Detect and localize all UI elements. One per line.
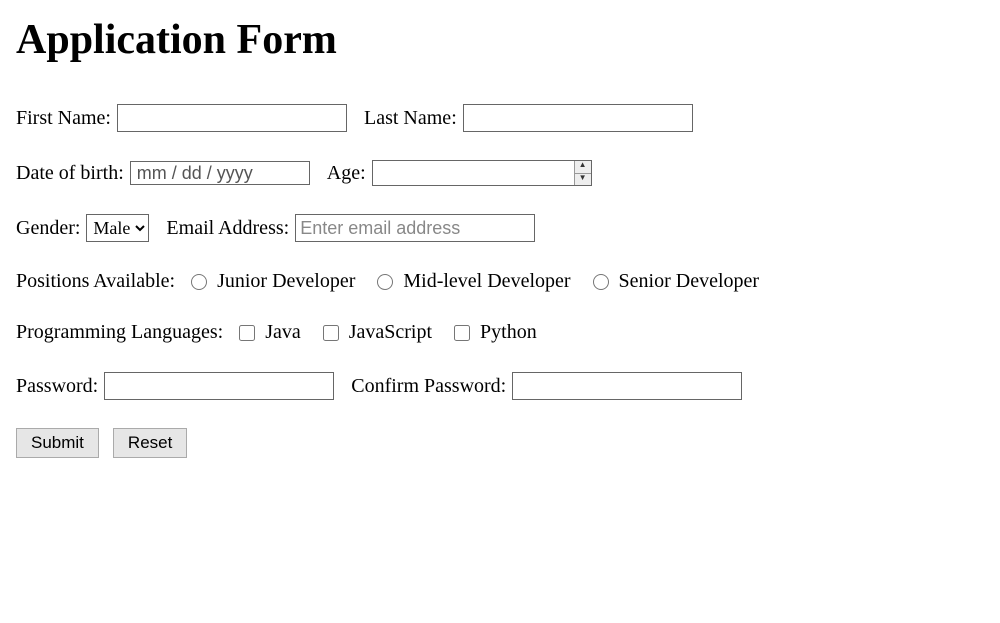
position-mid-label: Mid-level Developer: [403, 270, 570, 293]
gender-label: Gender:: [16, 217, 80, 240]
lang-java-checkbox[interactable]: [239, 325, 255, 341]
positions-label: Positions Available:: [16, 270, 175, 293]
email-label: Email Address:: [166, 217, 289, 240]
lang-javascript-checkbox[interactable]: [323, 325, 339, 341]
position-mid-radio[interactable]: [377, 274, 393, 290]
confirm-password-label: Confirm Password:: [351, 375, 506, 398]
position-senior-radio[interactable]: [593, 274, 609, 290]
dob-label: Date of birth:: [16, 162, 124, 185]
position-senior-label: Senior Developer: [619, 270, 760, 293]
last-name-input[interactable]: [463, 104, 693, 132]
languages-label: Programming Languages:: [16, 321, 223, 344]
first-name-label: First Name:: [16, 107, 111, 130]
reset-button[interactable]: Reset: [113, 428, 187, 458]
confirm-password-input[interactable]: [512, 372, 742, 400]
position-junior-label: Junior Developer: [217, 270, 355, 293]
lang-java-label: Java: [265, 321, 301, 344]
password-label: Password:: [16, 375, 98, 398]
submit-button[interactable]: Submit: [16, 428, 99, 458]
dob-input[interactable]: mm / dd / yyyy: [130, 161, 310, 185]
first-name-input[interactable]: [117, 104, 347, 132]
lang-python-label: Python: [480, 321, 537, 344]
email-input[interactable]: [295, 214, 535, 242]
age-label: Age:: [327, 162, 366, 185]
age-input[interactable]: ▲ ▼: [372, 160, 592, 186]
number-spinner[interactable]: ▲ ▼: [574, 161, 591, 185]
position-junior-radio[interactable]: [191, 274, 207, 290]
spinner-down-icon[interactable]: ▼: [575, 174, 591, 186]
page-title: Application Form: [16, 16, 984, 64]
gender-select[interactable]: Male: [86, 214, 149, 242]
lang-javascript-label: JavaScript: [349, 321, 432, 344]
spinner-up-icon[interactable]: ▲: [575, 161, 591, 174]
last-name-label: Last Name:: [364, 107, 457, 130]
password-input[interactable]: [104, 372, 334, 400]
lang-python-checkbox[interactable]: [454, 325, 470, 341]
